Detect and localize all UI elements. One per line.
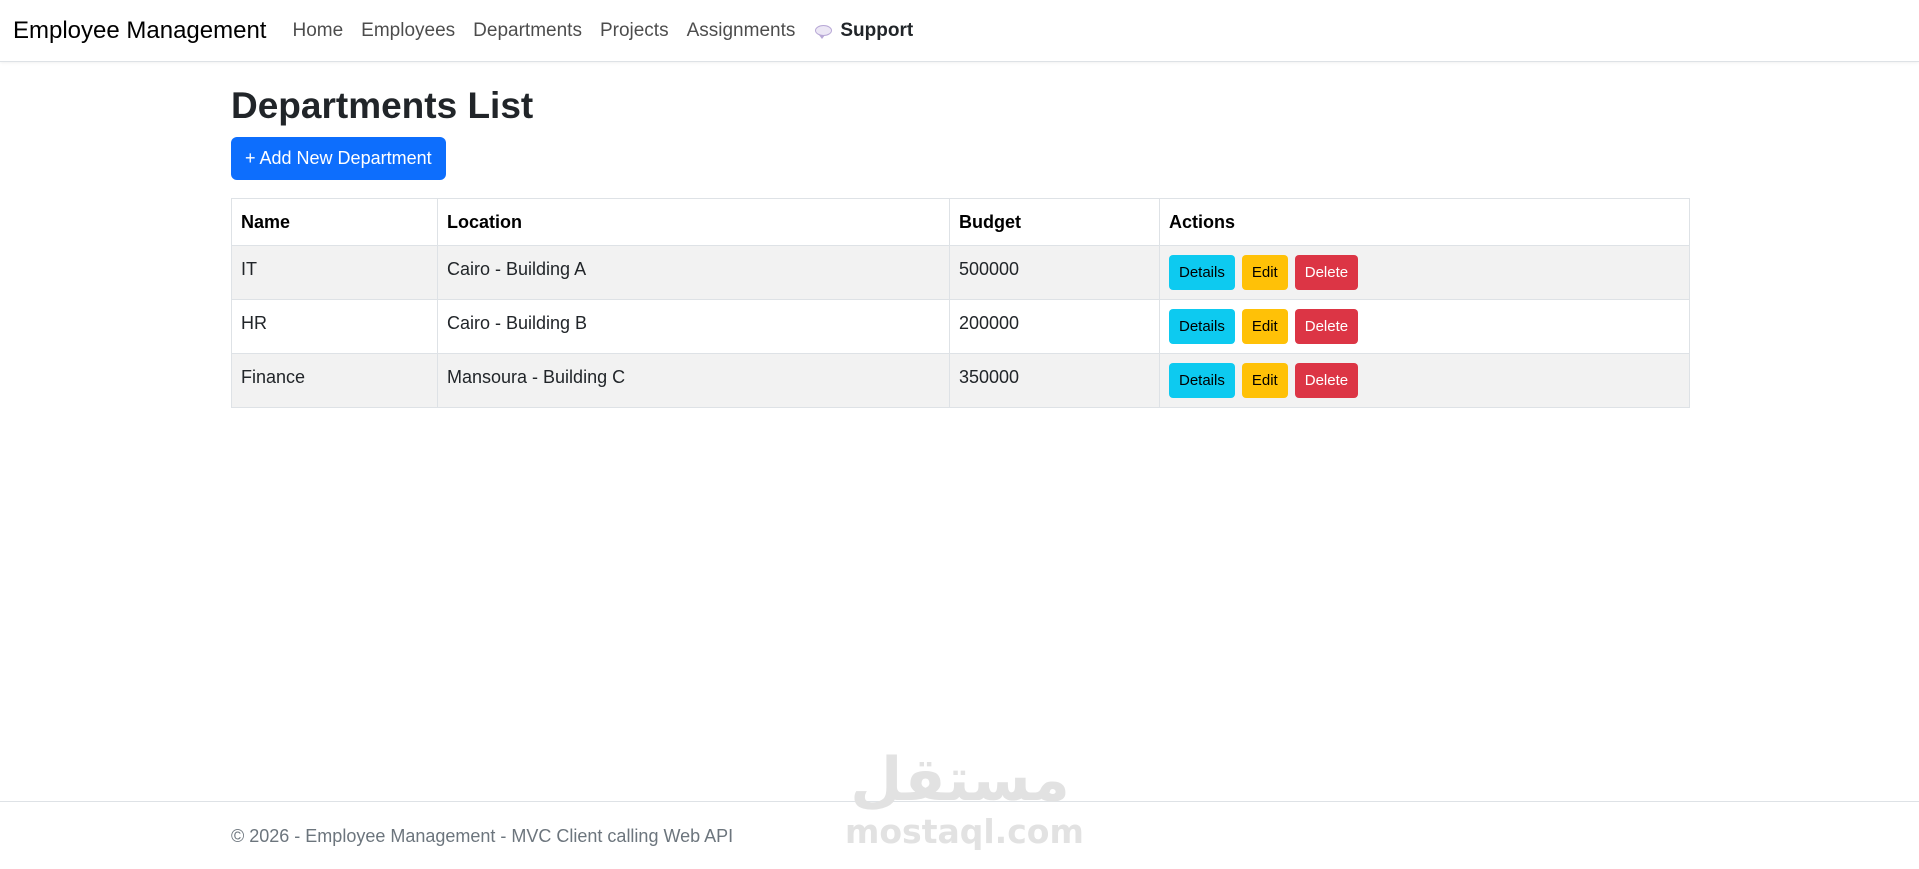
column-header-name: Name <box>231 198 438 246</box>
cell-location: Cairo - Building B <box>437 299 950 354</box>
details-button[interactable]: Details <box>1169 255 1235 290</box>
departments-table: Name Location Budget Actions IT Cairo - … <box>231 198 1690 408</box>
cell-actions: Details Edit Delete <box>1159 299 1690 354</box>
cell-budget: 350000 <box>949 353 1160 408</box>
cell-actions: Details Edit Delete <box>1159 245 1690 300</box>
table-row: IT Cairo - Building A 500000 Details Edi… <box>231 245 1690 300</box>
footer: © 2026 - Employee Management - MVC Clien… <box>0 801 1919 869</box>
page-title: Departments List <box>231 85 534 126</box>
navbar: Employee Management Home Employees Depar… <box>0 0 1919 62</box>
cell-name: IT <box>231 245 438 300</box>
nav-departments[interactable]: Departments <box>473 20 582 42</box>
main-content: Departments List + Add New Department Na… <box>231 84 1690 408</box>
table-row: Finance Mansoura - Building C 350000 Det… <box>231 353 1690 408</box>
details-button[interactable]: Details <box>1169 309 1235 344</box>
table-row: HR Cairo - Building B 200000 Details Edi… <box>231 299 1690 354</box>
cell-actions: Details Edit Delete <box>1159 353 1690 408</box>
details-button[interactable]: Details <box>1169 363 1235 398</box>
cell-location: Cairo - Building A <box>437 245 950 300</box>
cell-budget: 500000 <box>949 245 1160 300</box>
edit-button[interactable]: Edit <box>1241 363 1288 398</box>
column-header-budget: Budget <box>949 198 1160 246</box>
delete-button[interactable]: Delete <box>1294 363 1359 398</box>
support-label: Support <box>840 19 914 41</box>
edit-button[interactable]: Edit <box>1241 255 1288 290</box>
column-header-location: Location <box>437 198 950 246</box>
cell-location: Mansoura - Building C <box>437 353 950 408</box>
cell-budget: 200000 <box>949 299 1160 354</box>
brand-link[interactable]: Employee Management <box>13 17 266 45</box>
delete-button[interactable]: Delete <box>1294 309 1359 344</box>
speech-bubble-icon <box>815 25 833 39</box>
table-header-row: Name Location Budget Actions <box>231 198 1690 246</box>
nav-support[interactable]: Support <box>815 20 913 42</box>
column-header-actions: Actions <box>1159 198 1690 246</box>
add-department-button[interactable]: + Add New Department <box>231 137 446 180</box>
nav-employees[interactable]: Employees <box>361 20 455 42</box>
nav-assignments[interactable]: Assignments <box>687 20 796 42</box>
cell-name: HR <box>231 299 438 354</box>
edit-button[interactable]: Edit <box>1241 309 1288 344</box>
delete-button[interactable]: Delete <box>1294 255 1359 290</box>
nav-home[interactable]: Home <box>292 20 343 42</box>
footer-text: © 2026 - Employee Management - MVC Clien… <box>231 826 734 846</box>
nav-projects[interactable]: Projects <box>600 20 669 42</box>
cell-name: Finance <box>231 353 438 408</box>
